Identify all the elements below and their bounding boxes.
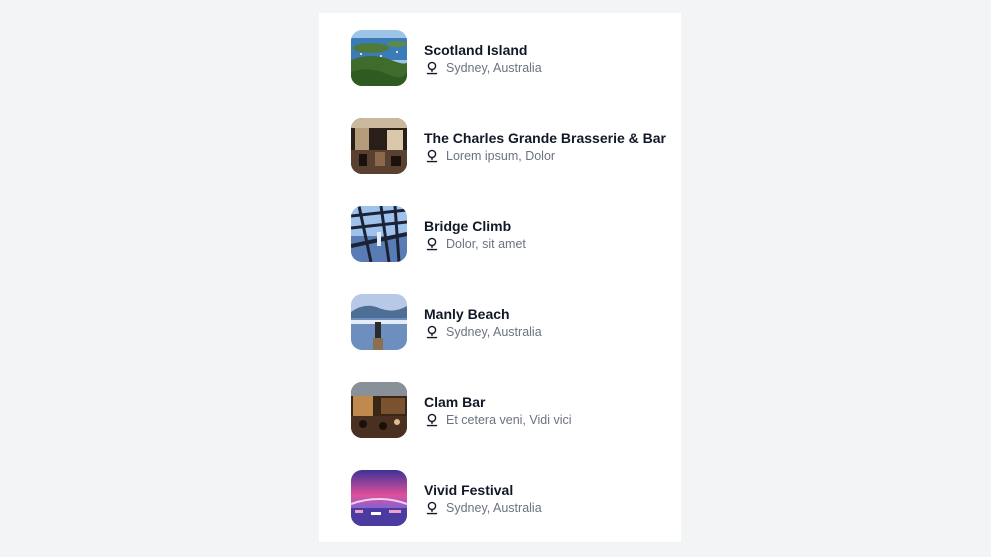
scotland-island-thumbnail (351, 30, 407, 86)
brasserie-thumbnail (351, 118, 407, 174)
map-pin-icon (426, 237, 438, 251)
list-item[interactable]: Vivid Festival Sydney, Australia (351, 470, 671, 526)
place-title: Clam Bar (424, 393, 486, 410)
list-item[interactable]: Scotland Island Sydney, Australia (351, 30, 671, 86)
place-location: Sydney, Australia (446, 60, 542, 75)
list-item[interactable]: Bridge Climb Dolor, sit amet (351, 206, 671, 262)
vivid-festival-thumbnail (351, 470, 407, 526)
place-title: Manly Beach (424, 305, 510, 322)
map-pin-icon (426, 149, 438, 163)
place-title: Scotland Island (424, 41, 528, 58)
map-pin-icon (426, 61, 438, 75)
place-location: Dolor, sit amet (446, 236, 526, 251)
map-pin-icon (426, 501, 438, 515)
place-title: Bridge Climb (424, 217, 512, 234)
place-title: Vivid Festival (424, 481, 514, 498)
places-list-panel: Scotland Island Sydney, Australia The Ch… (319, 13, 681, 542)
list-item[interactable]: The Charles Grande Brasserie & Bar Lorem… (351, 118, 671, 174)
list-item[interactable]: Manly Beach Sydney, Australia (351, 294, 671, 350)
clam-bar-thumbnail (351, 382, 407, 438)
place-location: Sydney, Australia (446, 500, 542, 515)
bridge-climb-thumbnail (351, 206, 407, 262)
place-title: The Charles Grande Brasserie & Bar (424, 129, 666, 146)
list-item[interactable]: Clam Bar Et cetera veni, Vidi vici (351, 382, 671, 438)
place-location: Sydney, Australia (446, 324, 542, 339)
place-location: Lorem ipsum, Dolor (446, 148, 556, 163)
map-pin-icon (426, 413, 438, 427)
map-pin-icon (426, 325, 438, 339)
manly-beach-thumbnail (351, 294, 407, 350)
place-location: Et cetera veni, Vidi vici (446, 412, 572, 427)
